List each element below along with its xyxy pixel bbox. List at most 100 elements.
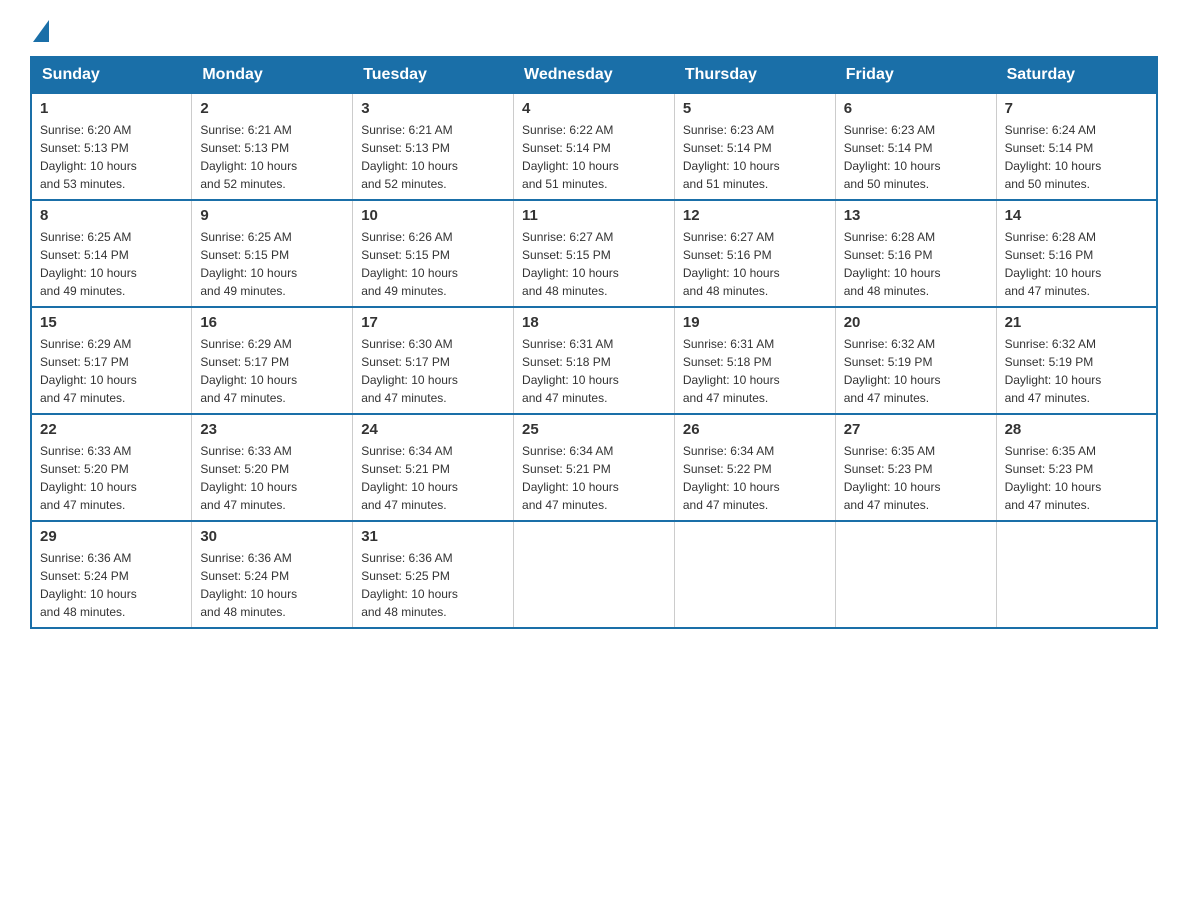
day-number: 2: [200, 100, 344, 117]
day-number: 3: [361, 100, 505, 117]
calendar-cell: 27 Sunrise: 6:35 AM Sunset: 5:23 PM Dayl…: [835, 414, 996, 521]
calendar-cell: 12 Sunrise: 6:27 AM Sunset: 5:16 PM Dayl…: [674, 200, 835, 307]
day-info: Sunrise: 6:32 AM Sunset: 5:19 PM Dayligh…: [1005, 335, 1148, 407]
day-info: Sunrise: 6:29 AM Sunset: 5:17 PM Dayligh…: [200, 335, 344, 407]
calendar-week-3: 15 Sunrise: 6:29 AM Sunset: 5:17 PM Dayl…: [31, 307, 1157, 414]
calendar-cell: [674, 521, 835, 628]
calendar-cell: 13 Sunrise: 6:28 AM Sunset: 5:16 PM Dayl…: [835, 200, 996, 307]
day-number: 8: [40, 207, 183, 224]
weekday-header-monday: Monday: [192, 57, 353, 93]
weekday-header-saturday: Saturday: [996, 57, 1157, 93]
calendar-cell: 8 Sunrise: 6:25 AM Sunset: 5:14 PM Dayli…: [31, 200, 192, 307]
day-info: Sunrise: 6:23 AM Sunset: 5:14 PM Dayligh…: [844, 121, 988, 193]
calendar-cell: 6 Sunrise: 6:23 AM Sunset: 5:14 PM Dayli…: [835, 93, 996, 200]
day-info: Sunrise: 6:31 AM Sunset: 5:18 PM Dayligh…: [683, 335, 827, 407]
logo: [30, 20, 49, 36]
calendar-week-1: 1 Sunrise: 6:20 AM Sunset: 5:13 PM Dayli…: [31, 93, 1157, 200]
calendar-cell: 9 Sunrise: 6:25 AM Sunset: 5:15 PM Dayli…: [192, 200, 353, 307]
day-info: Sunrise: 6:21 AM Sunset: 5:13 PM Dayligh…: [361, 121, 505, 193]
logo-top: [30, 20, 49, 44]
day-info: Sunrise: 6:25 AM Sunset: 5:15 PM Dayligh…: [200, 228, 344, 300]
day-number: 30: [200, 528, 344, 545]
day-number: 24: [361, 421, 505, 438]
calendar-cell: [514, 521, 675, 628]
day-number: 9: [200, 207, 344, 224]
calendar-week-4: 22 Sunrise: 6:33 AM Sunset: 5:20 PM Dayl…: [31, 414, 1157, 521]
day-info: Sunrise: 6:28 AM Sunset: 5:16 PM Dayligh…: [1005, 228, 1148, 300]
calendar-cell: 20 Sunrise: 6:32 AM Sunset: 5:19 PM Dayl…: [835, 307, 996, 414]
day-number: 11: [522, 207, 666, 224]
calendar-cell: 18 Sunrise: 6:31 AM Sunset: 5:18 PM Dayl…: [514, 307, 675, 414]
day-info: Sunrise: 6:34 AM Sunset: 5:21 PM Dayligh…: [361, 442, 505, 514]
day-info: Sunrise: 6:33 AM Sunset: 5:20 PM Dayligh…: [40, 442, 183, 514]
day-info: Sunrise: 6:21 AM Sunset: 5:13 PM Dayligh…: [200, 121, 344, 193]
day-info: Sunrise: 6:22 AM Sunset: 5:14 PM Dayligh…: [522, 121, 666, 193]
day-number: 17: [361, 314, 505, 331]
day-info: Sunrise: 6:36 AM Sunset: 5:25 PM Dayligh…: [361, 549, 505, 621]
day-info: Sunrise: 6:27 AM Sunset: 5:16 PM Dayligh…: [683, 228, 827, 300]
calendar-cell: 1 Sunrise: 6:20 AM Sunset: 5:13 PM Dayli…: [31, 93, 192, 200]
calendar-cell: 7 Sunrise: 6:24 AM Sunset: 5:14 PM Dayli…: [996, 93, 1157, 200]
calendar-cell: 3 Sunrise: 6:21 AM Sunset: 5:13 PM Dayli…: [353, 93, 514, 200]
calendar-cell: 21 Sunrise: 6:32 AM Sunset: 5:19 PM Dayl…: [996, 307, 1157, 414]
calendar-cell: 17 Sunrise: 6:30 AM Sunset: 5:17 PM Dayl…: [353, 307, 514, 414]
day-number: 28: [1005, 421, 1148, 438]
day-number: 23: [200, 421, 344, 438]
calendar-cell: 16 Sunrise: 6:29 AM Sunset: 5:17 PM Dayl…: [192, 307, 353, 414]
calendar-cell: 10 Sunrise: 6:26 AM Sunset: 5:15 PM Dayl…: [353, 200, 514, 307]
day-info: Sunrise: 6:35 AM Sunset: 5:23 PM Dayligh…: [844, 442, 988, 514]
day-number: 15: [40, 314, 183, 331]
day-info: Sunrise: 6:23 AM Sunset: 5:14 PM Dayligh…: [683, 121, 827, 193]
day-number: 18: [522, 314, 666, 331]
calendar-cell: 11 Sunrise: 6:27 AM Sunset: 5:15 PM Dayl…: [514, 200, 675, 307]
calendar-cell: 30 Sunrise: 6:36 AM Sunset: 5:24 PM Dayl…: [192, 521, 353, 628]
day-number: 21: [1005, 314, 1148, 331]
calendar-cell: 26 Sunrise: 6:34 AM Sunset: 5:22 PM Dayl…: [674, 414, 835, 521]
calendar-header: SundayMondayTuesdayWednesdayThursdayFrid…: [31, 57, 1157, 93]
day-number: 12: [683, 207, 827, 224]
calendar-cell: 14 Sunrise: 6:28 AM Sunset: 5:16 PM Dayl…: [996, 200, 1157, 307]
calendar-cell: 23 Sunrise: 6:33 AM Sunset: 5:20 PM Dayl…: [192, 414, 353, 521]
logo-triangle-icon: [33, 20, 49, 42]
day-number: 10: [361, 207, 505, 224]
calendar-cell: 19 Sunrise: 6:31 AM Sunset: 5:18 PM Dayl…: [674, 307, 835, 414]
day-number: 6: [844, 100, 988, 117]
day-info: Sunrise: 6:26 AM Sunset: 5:15 PM Dayligh…: [361, 228, 505, 300]
day-number: 19: [683, 314, 827, 331]
day-info: Sunrise: 6:24 AM Sunset: 5:14 PM Dayligh…: [1005, 121, 1148, 193]
calendar-cell: 15 Sunrise: 6:29 AM Sunset: 5:17 PM Dayl…: [31, 307, 192, 414]
day-number: 29: [40, 528, 183, 545]
day-number: 7: [1005, 100, 1148, 117]
day-number: 1: [40, 100, 183, 117]
calendar-cell: 31 Sunrise: 6:36 AM Sunset: 5:25 PM Dayl…: [353, 521, 514, 628]
day-number: 26: [683, 421, 827, 438]
day-number: 27: [844, 421, 988, 438]
day-info: Sunrise: 6:29 AM Sunset: 5:17 PM Dayligh…: [40, 335, 183, 407]
day-info: Sunrise: 6:31 AM Sunset: 5:18 PM Dayligh…: [522, 335, 666, 407]
page-header: [30, 20, 1158, 36]
day-number: 25: [522, 421, 666, 438]
calendar-cell: 5 Sunrise: 6:23 AM Sunset: 5:14 PM Dayli…: [674, 93, 835, 200]
day-info: Sunrise: 6:28 AM Sunset: 5:16 PM Dayligh…: [844, 228, 988, 300]
calendar-week-5: 29 Sunrise: 6:36 AM Sunset: 5:24 PM Dayl…: [31, 521, 1157, 628]
day-number: 16: [200, 314, 344, 331]
calendar-cell: 4 Sunrise: 6:22 AM Sunset: 5:14 PM Dayli…: [514, 93, 675, 200]
day-info: Sunrise: 6:36 AM Sunset: 5:24 PM Dayligh…: [200, 549, 344, 621]
day-number: 4: [522, 100, 666, 117]
day-number: 13: [844, 207, 988, 224]
calendar-cell: [996, 521, 1157, 628]
calendar-cell: 2 Sunrise: 6:21 AM Sunset: 5:13 PM Dayli…: [192, 93, 353, 200]
day-number: 14: [1005, 207, 1148, 224]
calendar-cell: 28 Sunrise: 6:35 AM Sunset: 5:23 PM Dayl…: [996, 414, 1157, 521]
calendar-week-2: 8 Sunrise: 6:25 AM Sunset: 5:14 PM Dayli…: [31, 200, 1157, 307]
calendar-table: SundayMondayTuesdayWednesdayThursdayFrid…: [30, 56, 1158, 629]
weekday-header-friday: Friday: [835, 57, 996, 93]
day-info: Sunrise: 6:35 AM Sunset: 5:23 PM Dayligh…: [1005, 442, 1148, 514]
day-info: Sunrise: 6:36 AM Sunset: 5:24 PM Dayligh…: [40, 549, 183, 621]
day-info: Sunrise: 6:34 AM Sunset: 5:22 PM Dayligh…: [683, 442, 827, 514]
day-info: Sunrise: 6:33 AM Sunset: 5:20 PM Dayligh…: [200, 442, 344, 514]
calendar-cell: 25 Sunrise: 6:34 AM Sunset: 5:21 PM Dayl…: [514, 414, 675, 521]
day-info: Sunrise: 6:32 AM Sunset: 5:19 PM Dayligh…: [844, 335, 988, 407]
day-info: Sunrise: 6:25 AM Sunset: 5:14 PM Dayligh…: [40, 228, 183, 300]
day-number: 5: [683, 100, 827, 117]
